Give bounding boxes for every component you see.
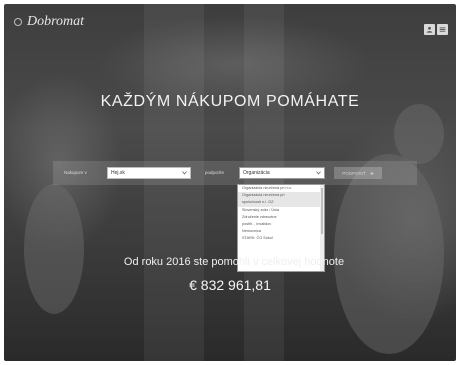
- dropdown-option-selected[interactable]: spoločnosti n.i. OZ: [238, 199, 324, 207]
- menu-icon[interactable]: [437, 24, 448, 35]
- circle-logo-icon: [14, 18, 22, 26]
- chevron-down-icon: [182, 171, 187, 175]
- hero-headline: KAŽDÝM NÁKUPOM POMÁHATE: [100, 93, 360, 110]
- dropdown-option[interactable]: STARK: ČO Sokol: [238, 235, 324, 242]
- dropdown-option[interactable]: Združenie zdravotne: [238, 214, 324, 221]
- support-button-label: PODPORIŤ: [342, 170, 366, 176]
- since-text: Od roku 2016 ste pomohli v celkovej hodn…: [123, 256, 345, 268]
- organization-select-value: Organizácia: [243, 170, 270, 176]
- organization-select[interactable]: Organizácia: [239, 167, 325, 179]
- dropdown-option[interactable]: Nemocnica: [238, 228, 324, 235]
- scrollbar-thumb[interactable]: [321, 188, 323, 234]
- dropdown-option[interactable]: Organizácia neurčená pri n.o.: [238, 185, 324, 192]
- dropdown-option[interactable]: Slovenský zväz / Únia: [238, 207, 324, 214]
- brand-logo[interactable]: Dobromat: [14, 14, 84, 30]
- arrow-right-icon: [369, 171, 374, 175]
- background-figure: [394, 104, 444, 164]
- dropdown-option[interactable]: postih. , invalidov: [238, 221, 324, 228]
- brand-name: Dobromat: [27, 14, 85, 29]
- background-figure: [24, 184, 84, 314]
- chevron-down-icon: [316, 171, 321, 175]
- org-label: podporíte: [205, 170, 225, 175]
- total-amount: € 832 961,81: [189, 277, 271, 293]
- search-bar: Nakupom v Hej.sk podporíte Organizácia P…: [53, 161, 417, 185]
- hero-background: Dobromat KAŽDÝM NÁKUPOM POMÁHATE Nakupom…: [4, 4, 456, 361]
- shop-label: Nakupom v: [64, 170, 87, 175]
- dropdown-option-selected[interactable]: Organizácia neurčená pri: [238, 192, 324, 200]
- shop-select-value: Hej.sk: [111, 170, 125, 176]
- shop-select[interactable]: Hej.sk: [107, 167, 191, 179]
- support-button[interactable]: PODPORIŤ: [334, 167, 382, 179]
- top-right-actions: [424, 24, 448, 35]
- user-icon[interactable]: [424, 24, 435, 35]
